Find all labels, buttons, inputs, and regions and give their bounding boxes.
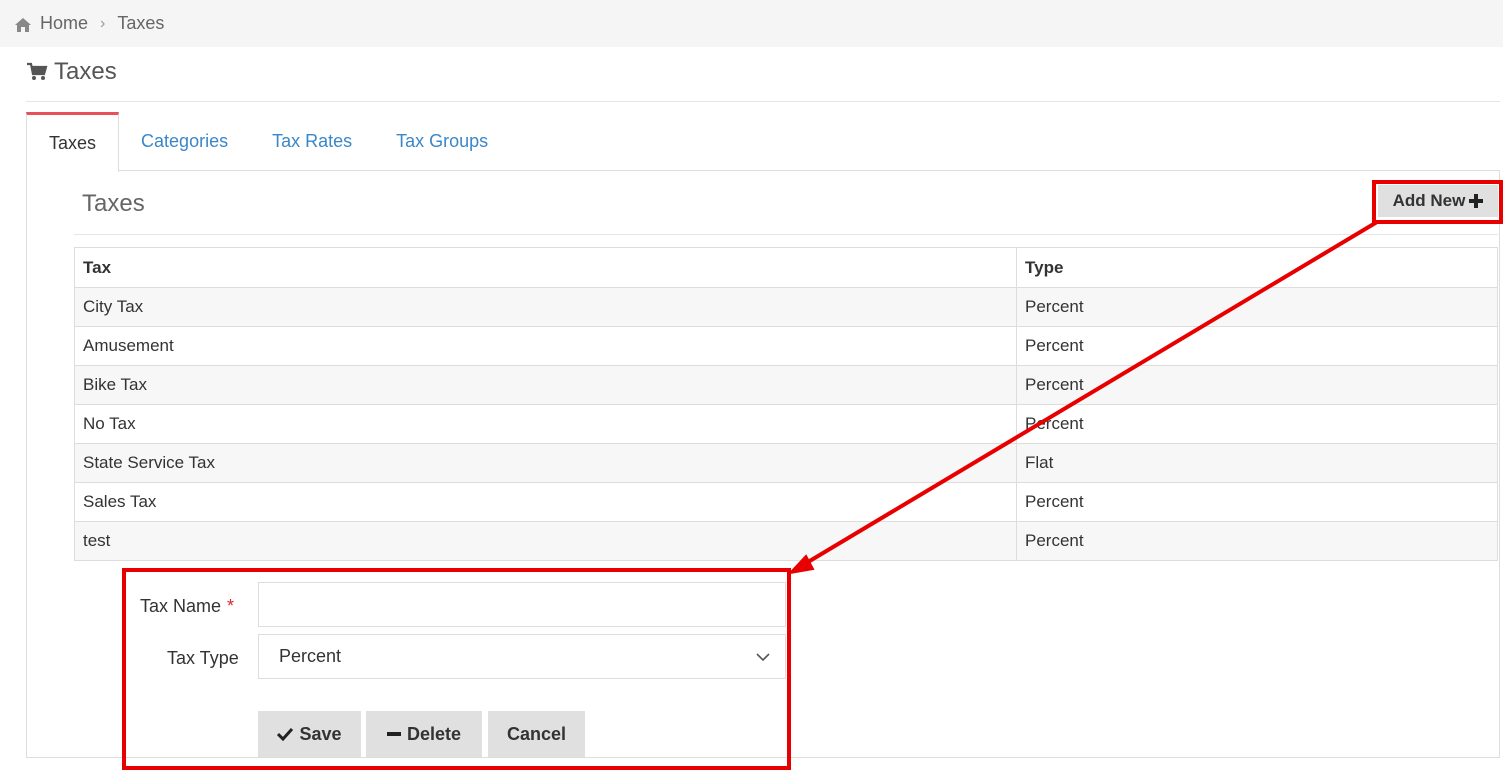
table-row[interactable]: Amusement Percent	[74, 326, 1498, 366]
table-row[interactable]: No Tax Percent	[74, 404, 1498, 444]
chevron-right-icon: ›	[100, 14, 106, 32]
tax-name-label: Tax Name *	[140, 596, 234, 617]
table-row[interactable]: Bike Tax Percent	[74, 365, 1498, 405]
cell-tax: Bike Tax	[74, 365, 1017, 405]
cell-tax: City Tax	[74, 287, 1017, 327]
required-marker: *	[227, 596, 235, 616]
table-row[interactable]: test Percent	[74, 521, 1498, 561]
tab-taxes[interactable]: Taxes	[26, 112, 120, 172]
tax-type-label: Tax Type	[167, 648, 239, 668]
tax-type-select[interactable]: Percent	[258, 634, 786, 679]
table-row[interactable]: State Service Tax Flat	[74, 443, 1498, 483]
delete-button[interactable]: Delete	[366, 711, 482, 757]
tax-name-label-text: Tax Name	[140, 596, 222, 616]
tab-bar: Taxes Categories Tax Rates Tax Groups	[26, 112, 1500, 172]
breadcrumb-current: Taxes	[117, 13, 165, 33]
cell-type: Percent	[1016, 287, 1498, 327]
table-row[interactable]: Sales Tax Percent	[74, 482, 1498, 522]
tab-categories[interactable]: Categories	[119, 112, 250, 171]
column-header-tax[interactable]: Tax	[74, 247, 1017, 288]
cart-icon	[27, 62, 48, 80]
cell-type: Percent	[1016, 521, 1498, 561]
tab-tax-groups[interactable]: Tax Groups	[374, 112, 510, 171]
page-title: Taxes	[26, 58, 117, 86]
home-icon	[15, 17, 31, 32]
title-divider	[26, 101, 1500, 102]
cell-type: Percent	[1016, 326, 1498, 366]
tax-type-selected-value: Percent	[279, 646, 342, 666]
add-new-label: Add New	[1392, 191, 1466, 210]
plus-icon	[1469, 194, 1484, 208]
cell-type: Percent	[1016, 404, 1498, 444]
cell-tax: Sales Tax	[74, 482, 1017, 522]
taxes-table: Tax Type City Tax Percent Amusement Percen…	[74, 247, 1498, 561]
cell-type: Percent	[1016, 482, 1498, 522]
table-header-row: Tax Type	[74, 247, 1498, 288]
cell-type: Flat	[1016, 443, 1498, 483]
minus-icon	[386, 732, 401, 736]
page-title-text: Taxes	[54, 58, 117, 85]
cancel-button[interactable]: Cancel	[488, 711, 585, 757]
cell-tax: State Service Tax	[74, 443, 1017, 483]
table-row[interactable]: City Tax Percent	[74, 287, 1498, 327]
add-new-button[interactable]: Add New	[1378, 185, 1498, 217]
cell-tax: test	[74, 521, 1017, 561]
cell-type: Percent	[1016, 365, 1498, 405]
chevron-down-icon	[756, 653, 770, 662]
cell-tax: Amusement	[74, 326, 1017, 366]
section-title: Taxes	[82, 190, 145, 217]
breadcrumb-home-link[interactable]: Home	[40, 13, 88, 34]
cell-tax: No Tax	[74, 404, 1017, 444]
section-divider	[74, 234, 1498, 235]
save-label: Save	[299, 723, 342, 744]
breadcrumb: Home › Taxes	[0, 0, 1503, 47]
save-button[interactable]: Save	[258, 711, 361, 757]
check-icon	[277, 727, 294, 741]
delete-label: Delete	[406, 723, 462, 744]
tax-name-input[interactable]	[258, 582, 786, 627]
column-header-type[interactable]: Type	[1016, 247, 1498, 288]
tab-tax-rates[interactable]: Tax Rates	[250, 112, 374, 171]
cancel-label: Cancel	[506, 723, 567, 744]
